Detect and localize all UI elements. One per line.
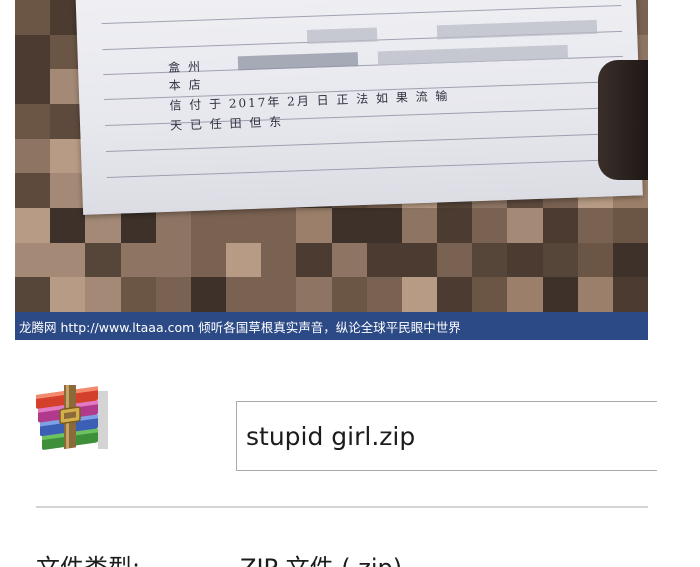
note-line-2: 本 店 <box>168 77 203 93</box>
watermark-caption-bar: 龙腾网 http://www.ltaaa.com 倾听各国草根真实声音，纵论全球… <box>15 312 648 340</box>
section-divider <box>36 506 648 508</box>
screenshot-page: 盒 州 本 店 信 付 于 2017年 2月 日 正 法 如 果 流 输 天 已… <box>0 0 700 567</box>
file-type-label: 文件类型: <box>36 548 140 567</box>
hand-silhouette <box>598 60 648 180</box>
note-line-3: 信 付 于 2017年 2月 日 正 法 如 果 流 输 <box>169 89 450 113</box>
note-photo: 盒 州 本 店 信 付 于 2017年 2月 日 正 法 如 果 流 输 天 已… <box>15 0 648 312</box>
filename-value: stupid girl.zip <box>246 421 416 451</box>
handwritten-note: 盒 州 本 店 信 付 于 2017年 2月 日 正 法 如 果 流 输 天 已… <box>75 0 643 215</box>
filename-field[interactable]: stupid girl.zip <box>236 401 657 471</box>
note-line-1: 盒 州 <box>167 59 203 75</box>
note-line-4: 天 已 任 田 但 东 <box>169 114 284 133</box>
watermark-caption: 龙腾网 http://www.ltaaa.com 倾听各国草根真实声音，纵论全球… <box>19 319 461 335</box>
winrar-archive-icon <box>36 383 110 453</box>
file-type-value: ZIP 文件 (.zip) <box>240 548 402 567</box>
